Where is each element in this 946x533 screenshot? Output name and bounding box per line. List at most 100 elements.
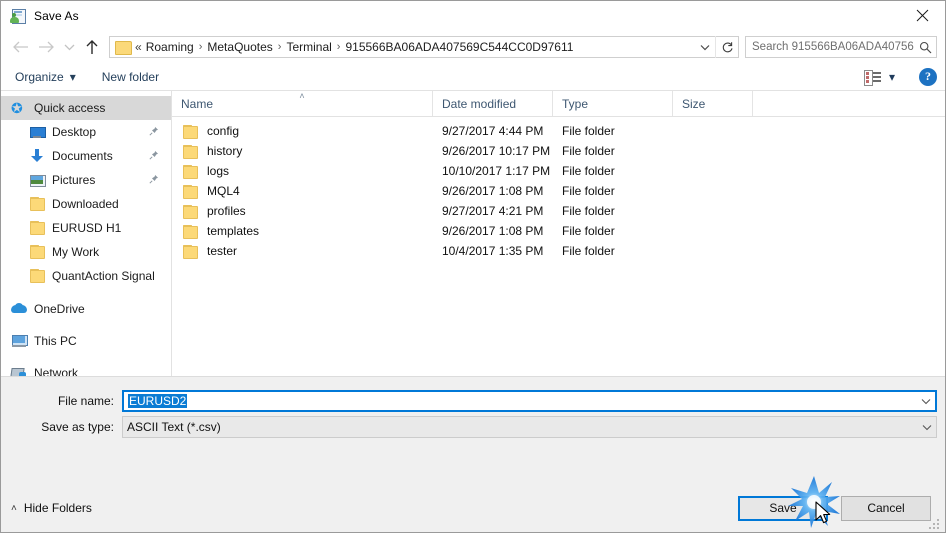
breadcrumb-separator: › xyxy=(198,41,203,53)
cloud-icon xyxy=(11,301,27,317)
breadcrumb-overflow[interactable]: « xyxy=(135,40,146,54)
column-headers: ˄ Name Date modified Type Size xyxy=(172,91,945,117)
chevron-down-icon[interactable] xyxy=(916,398,935,405)
table-row[interactable]: config 9/27/2017 4:44 PM File folder xyxy=(172,121,945,141)
sidebar-item-label: OneDrive xyxy=(34,302,85,316)
file-name-cell: templates xyxy=(172,224,433,239)
save-as-dialog: Save As « Roaming › MetaQuotes › Termina… xyxy=(0,0,946,533)
file-name-cell: MQL4 xyxy=(172,184,433,199)
breadcrumb-item-roaming[interactable]: Roaming xyxy=(146,40,194,54)
pin-icon[interactable] xyxy=(149,173,159,187)
column-header-name[interactable]: ˄ Name xyxy=(172,91,433,116)
sidebar-item-quick-access[interactable]: ✪ Quick access xyxy=(1,96,171,120)
footer-buttons: Save Cancel xyxy=(738,495,931,521)
save-form: File name: EURUSD2 Save as type: ASCII T… xyxy=(1,376,945,484)
breadcrumb-separator: › xyxy=(277,41,282,53)
table-row[interactable]: history 9/26/2017 10:17 PM File folder xyxy=(172,141,945,161)
chevron-down-icon: ▾ xyxy=(69,69,76,84)
navigation-bar: « Roaming › MetaQuotes › Terminal › 9155… xyxy=(1,31,945,63)
file-date-cell: 9/26/2017 10:17 PM xyxy=(442,144,551,158)
desktop-icon xyxy=(29,124,46,140)
sidebar-item-this-pc[interactable]: This PC xyxy=(1,329,171,353)
save-as-type-select[interactable]: ASCII Text (*.csv) xyxy=(122,416,937,438)
file-date-cell: 9/26/2017 1:08 PM xyxy=(442,184,544,198)
table-row[interactable]: profiles 9/27/2017 4:21 PM File folder xyxy=(172,201,945,221)
forward-button[interactable] xyxy=(33,34,59,60)
cancel-button[interactable]: Cancel xyxy=(841,495,931,521)
address-bar[interactable]: « Roaming › MetaQuotes › Terminal › 9155… xyxy=(109,36,739,58)
new-folder-button[interactable]: New folder xyxy=(102,70,159,84)
column-header-size[interactable]: Size xyxy=(673,91,753,116)
breadcrumb-separator: › xyxy=(336,41,341,53)
breadcrumb-item-metaquotes[interactable]: MetaQuotes xyxy=(207,40,272,54)
file-date-cell: 9/26/2017 1:08 PM xyxy=(442,224,544,238)
breadcrumb-item-terminal[interactable]: Terminal xyxy=(286,40,331,54)
search-box[interactable]: Search 915566BA06ADA40756... xyxy=(745,36,937,58)
sidebar-item-documents[interactable]: Documents xyxy=(1,144,171,168)
refresh-icon[interactable] xyxy=(715,36,738,58)
sidebar-item-downloaded[interactable]: Downloaded xyxy=(1,192,171,216)
table-row[interactable]: templates 9/26/2017 1:08 PM File folder xyxy=(172,221,945,241)
file-name-cell: profiles xyxy=(172,204,433,219)
sidebar-item-label: Quick access xyxy=(34,101,106,115)
help-button[interactable]: ? xyxy=(919,67,937,86)
file-type-cell: File folder xyxy=(562,164,615,178)
view-options-caret-icon[interactable]: ▾ xyxy=(889,70,895,84)
file-name-label: tester xyxy=(207,244,238,258)
chevron-down-icon[interactable] xyxy=(917,424,936,431)
up-button[interactable] xyxy=(79,34,105,60)
view-list-icon[interactable] xyxy=(863,69,882,86)
breadcrumb-item-guid[interactable]: 915566BA06ADA407569C544CC0D97611 xyxy=(345,40,573,54)
pictures-icon xyxy=(29,172,46,188)
table-row[interactable]: tester 10/4/2017 1:35 PM File folder xyxy=(172,241,945,261)
pin-icon[interactable] xyxy=(149,149,159,163)
folder-icon xyxy=(29,244,45,260)
table-row[interactable]: logs 10/10/2017 1:17 PM File folder xyxy=(172,161,945,181)
table-row[interactable]: MQL4 9/26/2017 1:08 PM File folder xyxy=(172,181,945,201)
column-label: Size xyxy=(682,96,706,111)
sidebar-item-label: EURUSD H1 xyxy=(52,221,122,235)
sidebar-item-label: Downloaded xyxy=(52,197,119,211)
chevron-down-icon[interactable] xyxy=(695,37,715,57)
folder-icon xyxy=(182,224,198,239)
command-bar: Organize ▾ New folder ▾ ? xyxy=(1,63,945,91)
file-name-cell: tester xyxy=(172,244,433,259)
sidebar-item-pictures[interactable]: Pictures xyxy=(1,168,171,192)
recent-locations-button[interactable] xyxy=(59,34,79,60)
folder-icon xyxy=(182,244,198,259)
file-type-cell: File folder xyxy=(562,204,615,218)
search-icon xyxy=(914,41,936,54)
breadcrumb: « Roaming › MetaQuotes › Terminal › 9155… xyxy=(135,40,695,54)
save-as-type-label: Save as type: xyxy=(41,420,114,434)
sidebar-item-network[interactable]: Network xyxy=(1,361,171,376)
back-button[interactable] xyxy=(7,34,33,60)
sidebar-item-my-work[interactable]: My Work xyxy=(1,240,171,264)
file-type-cell: File folder xyxy=(562,144,615,158)
sidebar-item-label: Desktop xyxy=(52,125,97,139)
column-label: Date modified xyxy=(442,96,517,111)
folder-icon xyxy=(182,144,198,159)
close-icon[interactable] xyxy=(899,1,945,30)
hide-folders-button[interactable]: ˄ Hide Folders xyxy=(11,501,92,515)
sidebar-item-quantaction-signal[interactable]: QuantAction Signal xyxy=(1,264,171,288)
file-type-cell: File folder xyxy=(562,224,615,238)
sidebar-item-desktop[interactable]: Desktop xyxy=(1,120,171,144)
column-header-type[interactable]: Type xyxy=(553,91,673,116)
file-type-cell: File folder xyxy=(562,244,615,258)
file-date-cell: 9/27/2017 4:21 PM xyxy=(442,204,544,218)
sidebar-item-onedrive[interactable]: OneDrive xyxy=(1,297,171,321)
file-name-cell: config xyxy=(172,124,433,139)
file-name-value[interactable]: EURUSD2 xyxy=(124,394,916,408)
sidebar-item-eurusd-h1[interactable]: EURUSD H1 xyxy=(1,216,171,240)
resize-grip[interactable] xyxy=(929,517,941,529)
pin-icon[interactable] xyxy=(149,125,159,139)
search-input[interactable]: Search 915566BA06ADA40756... xyxy=(746,41,914,53)
column-header-date-modified[interactable]: Date modified xyxy=(433,91,553,116)
folder-icon xyxy=(29,220,45,236)
file-type-cell: File folder xyxy=(562,184,615,198)
computer-icon xyxy=(11,333,28,349)
folder-icon xyxy=(29,268,45,284)
organize-button[interactable]: Organize ▾ xyxy=(15,70,76,84)
file-name-input[interactable]: EURUSD2 xyxy=(122,390,937,412)
save-button[interactable]: Save xyxy=(738,495,828,521)
